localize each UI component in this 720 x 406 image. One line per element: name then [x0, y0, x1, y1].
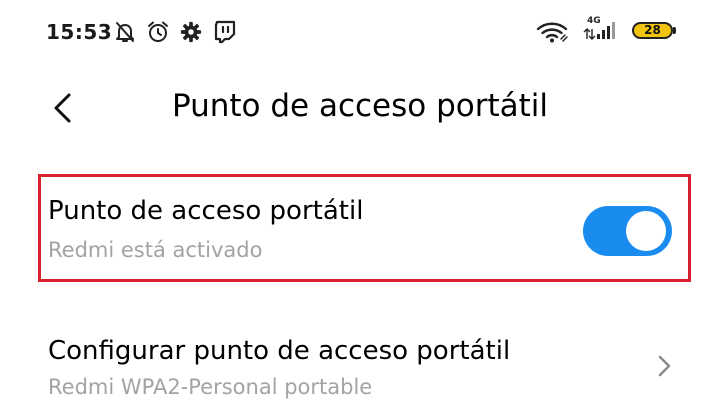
battery-tip	[673, 27, 676, 34]
hotspot-toggle[interactable]	[583, 206, 672, 256]
alarm-clock-icon	[148, 21, 168, 42]
status-time: 15:53	[46, 20, 113, 44]
page-title: Punto de acceso portátil	[171, 88, 549, 124]
battery-level: 28	[644, 23, 661, 37]
twitch-icon	[214, 20, 236, 44]
configure-subtitle: Redmi WPA2-Personal portable	[48, 375, 373, 399]
wifi-icon	[536, 22, 568, 43]
configure-title: Configurar punto de acceso portátil	[48, 336, 511, 366]
chevron-right-icon[interactable]	[652, 352, 676, 380]
status-bar: 15:53 4G 28	[0, 0, 720, 66]
signal-icon	[583, 22, 615, 40]
toggle-knob	[626, 211, 666, 251]
hotspot-status: Redmi está activado	[48, 238, 263, 262]
bell-off-icon	[116, 22, 134, 42]
gear-icon	[180, 21, 202, 43]
hotspot-title: Punto de acceso portátil	[48, 196, 364, 226]
